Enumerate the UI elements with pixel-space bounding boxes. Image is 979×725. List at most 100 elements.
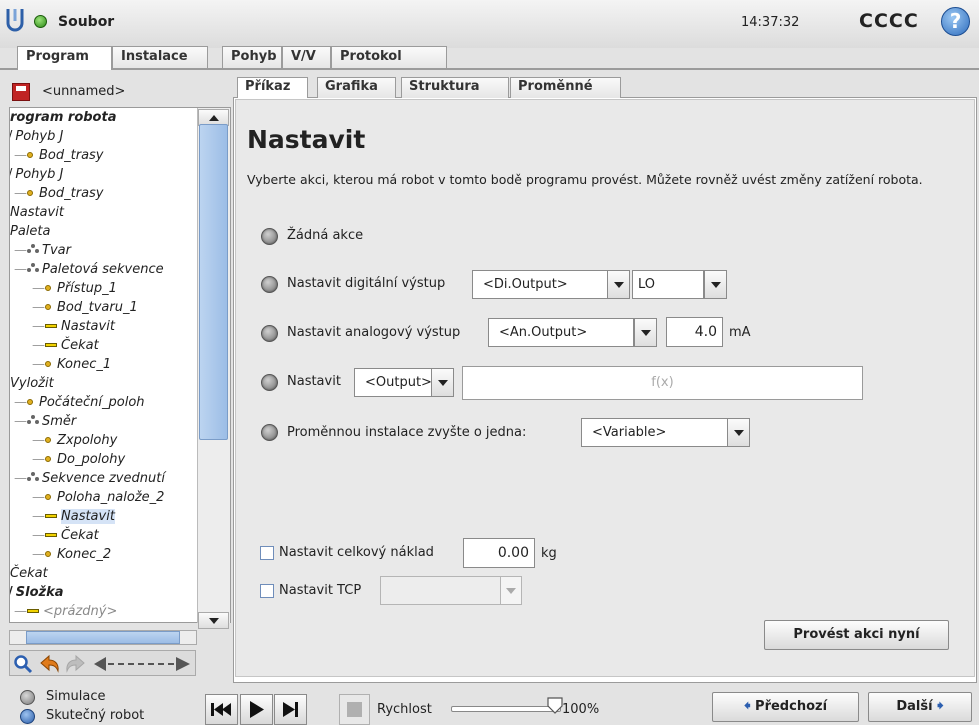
tree-item[interactable]: — Čekat [32, 526, 99, 545]
subtab-struktura[interactable]: Struktura [401, 77, 509, 98]
tree-item[interactable]: — Do_polohy [32, 450, 125, 469]
tab-protokol[interactable]: Protokol [331, 46, 447, 68]
play-button[interactable] [240, 694, 273, 725]
tree-item[interactable]: Čekat [10, 564, 48, 583]
program-name: <unnamed> [42, 84, 126, 99]
help-icon[interactable]: ? [941, 7, 970, 36]
waypoint-icon [45, 494, 51, 500]
tree-item[interactable]: — Poloha_nalože_2 [32, 488, 164, 507]
tree-item[interactable]: /Pohyb J [10, 127, 63, 146]
chevron-down-icon[interactable] [727, 418, 750, 447]
tree-item[interactable]: — Konec_1 [32, 355, 111, 374]
save-icon[interactable] [12, 83, 30, 101]
radio-no-action[interactable] [261, 228, 278, 245]
tree-item[interactable]: — Směr [14, 412, 76, 431]
chevron-down-icon[interactable] [634, 318, 657, 347]
analog-value-input[interactable]: 4.0 [666, 317, 723, 347]
redo-icon[interactable] [64, 654, 86, 674]
tree-expand-icon[interactable]: / [10, 129, 12, 144]
waypoint-icon [27, 399, 33, 405]
pattern-icon [27, 263, 39, 273]
tree-connector: — [32, 452, 45, 467]
tree-item[interactable]: /Složka [10, 583, 63, 602]
chevron-down-icon[interactable] [431, 368, 454, 397]
execute-action-button[interactable]: Provést akci nyní [764, 620, 949, 650]
tree-item[interactable]: — Nastavit [32, 317, 115, 336]
tree-item[interactable]: — Zxpolohy [32, 431, 117, 450]
tree-item[interactable]: — Čekat [32, 336, 99, 355]
tab-instalace[interactable]: Instalace [112, 46, 208, 68]
radio-set-expression[interactable] [261, 374, 278, 391]
payload-checkbox[interactable] [260, 546, 274, 560]
move-node-icon[interactable] [92, 654, 192, 674]
tab-pohyb[interactable]: Pohyb [222, 46, 282, 68]
tree-item[interactable]: — Paletová sekvence [14, 260, 164, 279]
chevron-down-icon[interactable] [500, 576, 522, 605]
tree-connector: — [14, 414, 27, 429]
tree-item[interactable]: — Přístup_1 [32, 279, 117, 298]
radio-digital-output[interactable] [261, 276, 278, 293]
tree-item[interactable]: — Bod_trasy [14, 184, 104, 203]
real-robot-radio[interactable] [20, 709, 35, 724]
tree-item-label: Bod_trasy [39, 148, 104, 163]
payload-input[interactable]: 0.00 [463, 538, 535, 568]
tree-expand-icon[interactable]: / [10, 167, 12, 182]
variable-select[interactable]: <Variable> [581, 418, 728, 447]
arrow-right-icon: 🠺 [937, 699, 944, 714]
expression-input[interactable]: f(x) [462, 366, 863, 400]
tree-item[interactable]: — Konec_2 [32, 545, 111, 564]
tree-expand-icon[interactable]: / [10, 585, 13, 600]
tree-item[interactable]: — Sekvence zvednutí [14, 469, 165, 488]
tree-item[interactable]: — Nastavit [32, 507, 115, 526]
scroll-down-icon[interactable] [198, 612, 229, 629]
tree-item[interactable]: — Počáteční_poloh [14, 393, 145, 412]
radio-analog-output[interactable] [261, 325, 278, 342]
tree-item[interactable]: — <prázdný> [14, 602, 117, 621]
tree-item[interactable]: — Tvar [14, 241, 71, 260]
tree-scroll-thumb[interactable] [199, 124, 228, 440]
digital-output-select[interactable]: <Di.Output> [472, 270, 608, 299]
arrow-left-icon: 🠸 [743, 699, 751, 714]
tree-item[interactable]: rogram robota [10, 108, 116, 127]
tree-connector: — [32, 281, 45, 296]
tcp-checkbox[interactable] [260, 584, 274, 598]
skip-to-start-button[interactable] [205, 694, 238, 725]
simulation-radio[interactable] [20, 690, 35, 705]
set-output-select[interactable]: <Output> [354, 368, 432, 397]
tree-connector: — [32, 300, 45, 315]
analog-unit: mA [729, 325, 751, 340]
tab-vv[interactable]: V/V [282, 46, 331, 68]
step-button[interactable] [274, 694, 307, 725]
tree-item[interactable]: Vyložit [10, 374, 54, 393]
waypoint-icon [45, 285, 51, 291]
tree-item[interactable]: /Pohyb J [10, 165, 63, 184]
previous-button[interactable]: 🠸 Předchozí [712, 692, 859, 722]
search-icon[interactable] [13, 654, 33, 674]
tree-item-label: Směr [42, 414, 77, 429]
next-button[interactable]: Další 🠺 [868, 692, 972, 722]
tree-item[interactable]: Nastavit [10, 203, 64, 222]
undo-icon[interactable] [39, 654, 61, 674]
chevron-down-icon[interactable] [607, 270, 630, 299]
analog-output-select[interactable]: <An.Output> [488, 318, 634, 347]
speed-slider[interactable] [451, 706, 561, 712]
subtab-grafika[interactable]: Grafika [317, 77, 396, 98]
tree-item-label: Tvar [42, 243, 71, 258]
tree-item[interactable]: Paleta [10, 222, 50, 241]
digital-value-select[interactable]: LO [632, 270, 704, 299]
radio-increment-variable[interactable] [261, 424, 278, 441]
tree-connector: — [14, 471, 27, 486]
file-menu[interactable]: Soubor [58, 14, 114, 30]
tab-program[interactable]: Program [17, 46, 112, 70]
stop-button[interactable] [339, 694, 370, 725]
tree-item-label: Čekat [61, 338, 99, 353]
chevron-down-icon[interactable] [704, 270, 727, 299]
subtab-promenne[interactable]: Proměnné [510, 77, 621, 98]
tree-connector: — [32, 319, 45, 334]
tree-item[interactable]: — Bod_tvaru_1 [32, 298, 138, 317]
tcp-select[interactable] [380, 576, 503, 605]
subtab-prikaz[interactable]: Příkaz [237, 77, 308, 99]
tree-hscroll-thumb[interactable] [26, 631, 180, 644]
tree-item-label: Pohyb J [15, 167, 64, 182]
tree-item[interactable]: — Bod_trasy [14, 146, 104, 165]
